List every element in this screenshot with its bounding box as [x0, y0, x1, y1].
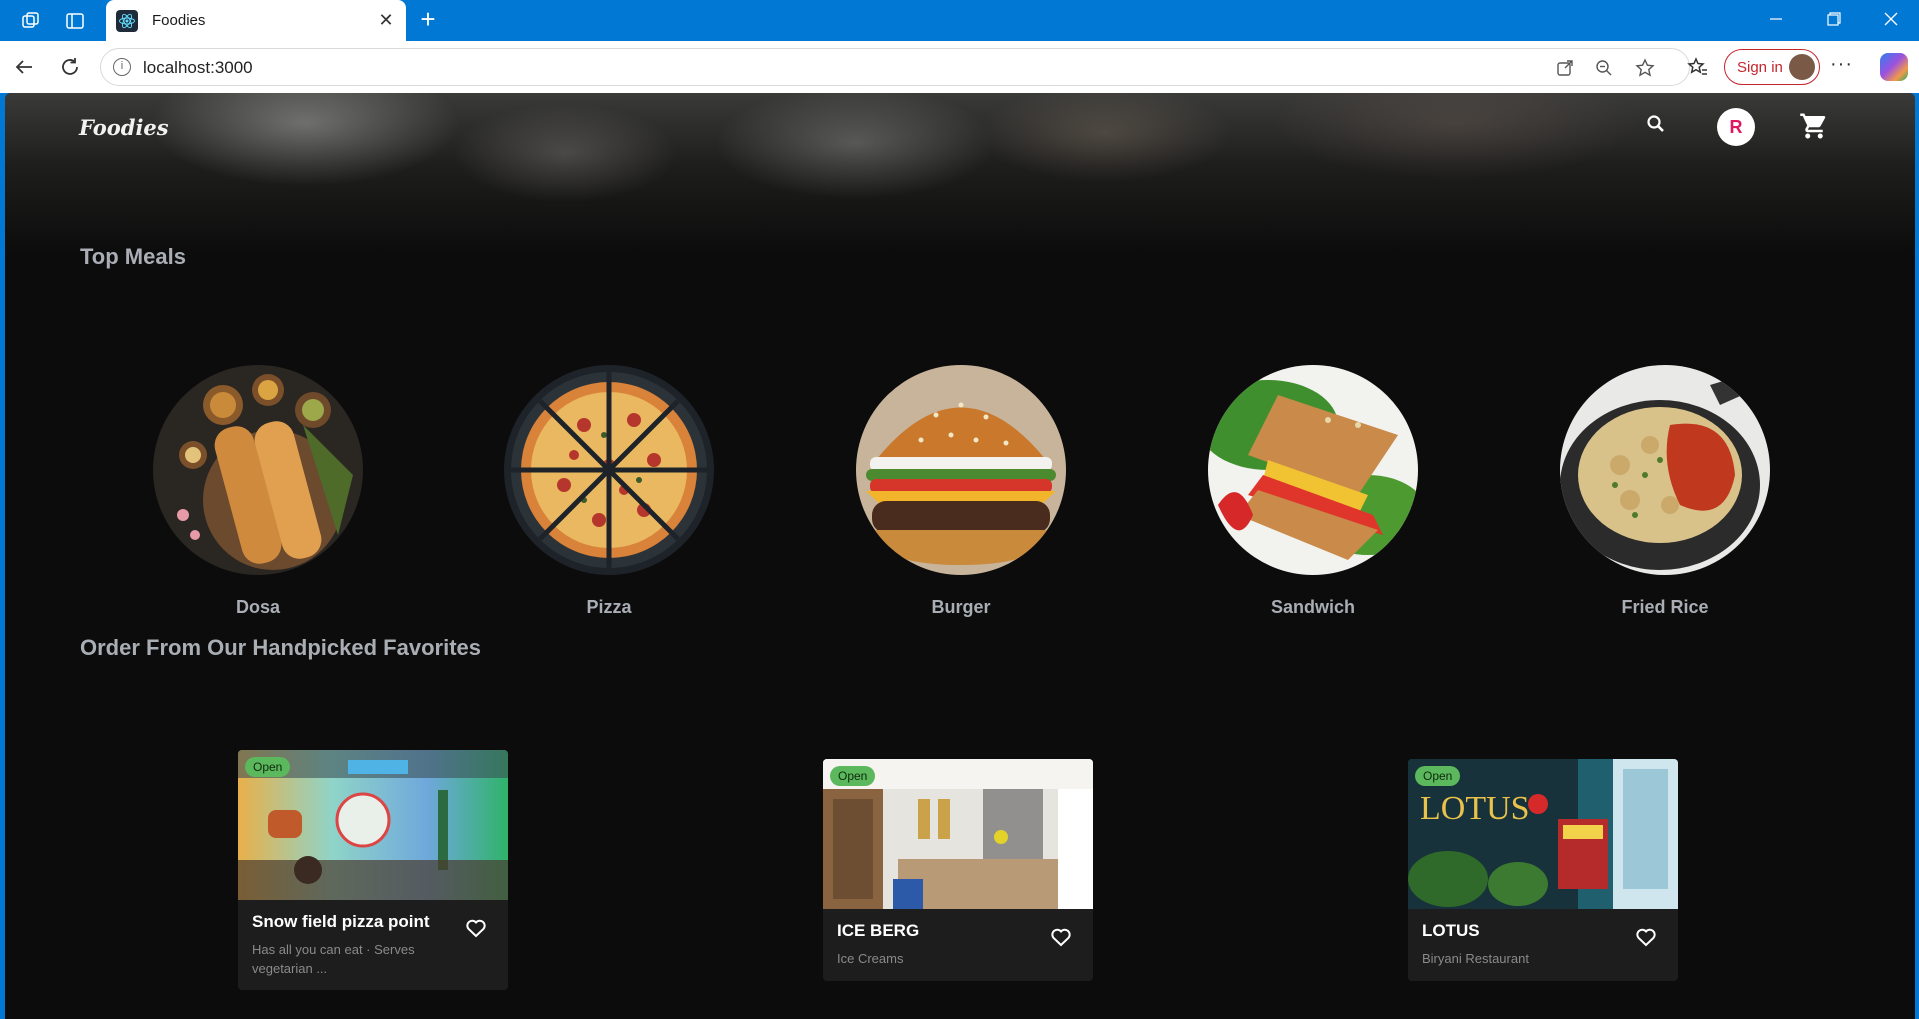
- meal-name: Burger: [931, 597, 991, 617]
- sign-in-label: Sign in: [1737, 58, 1783, 76]
- card-body: ICE BERG Ice Creams: [823, 909, 1093, 981]
- close-window-button[interactable]: [1871, 6, 1911, 34]
- restaurant-name: Snow field pizza point: [252, 912, 430, 931]
- restaurant-description: Biryani Restaurant: [1422, 951, 1529, 966]
- svg-text:LOTUS: LOTUS: [1420, 790, 1530, 827]
- tab-title: Foodies: [152, 12, 206, 29]
- favorite-heart-icon[interactable]: [464, 916, 488, 940]
- tab-close-icon[interactable]: ✕: [376, 10, 396, 31]
- react-favicon-icon: [116, 9, 138, 32]
- burger-image: [856, 365, 1066, 575]
- address-bar[interactable]: i localhost:3000: [100, 48, 1690, 86]
- top-meals-title: Top Meals: [80, 244, 186, 269]
- tab-foodies[interactable]: Foodies ✕: [106, 0, 406, 41]
- search-icon[interactable]: [1645, 113, 1667, 135]
- sandwich-image: [1208, 365, 1418, 575]
- meal-burger[interactable]: Burger: [851, 365, 1071, 618]
- browser-toolbar: i localhost:3000 Sign in ···: [0, 41, 1919, 93]
- restaurant-image: LOTUS Open: [1408, 759, 1678, 909]
- foodies-logo[interactable]: Foodies: [79, 115, 169, 140]
- profile-avatar: [1789, 54, 1815, 80]
- meal-pizza[interactable]: Pizza: [499, 365, 719, 618]
- settings-more-button[interactable]: ···: [1830, 53, 1853, 76]
- refresh-button[interactable]: [54, 51, 86, 83]
- restore-button[interactable]: [1814, 6, 1854, 34]
- favorites-icon[interactable]: [1682, 51, 1714, 83]
- workspaces-icon[interactable]: [18, 8, 44, 34]
- meal-fried-rice[interactable]: Fried Rice: [1555, 365, 1775, 618]
- dosa-image: [153, 365, 363, 575]
- meal-name: Dosa: [235, 597, 280, 617]
- favorites-title: Order From Our Handpicked Favorites: [80, 635, 481, 660]
- restaurant-image: Open: [238, 750, 508, 900]
- vertical-tabs-icon[interactable]: [62, 8, 88, 34]
- browser-titlebar: Foodies ✕ +: [0, 0, 1919, 41]
- restaurant-card[interactable]: Open ICE BERG Ice Creams: [823, 759, 1093, 981]
- status-badge: Open: [830, 766, 876, 786]
- restaurant-card[interactable]: LOTUS Open LOTUS Biryani Restaurant: [1408, 759, 1678, 981]
- copilot-icon[interactable]: [1880, 53, 1908, 81]
- favorite-heart-icon[interactable]: [1049, 925, 1073, 949]
- card-body: Snow field pizza point Has all you can e…: [238, 900, 508, 990]
- page-viewport: Foodies R Top Meals Dosa Pizza Burger Sa…: [5, 93, 1915, 1019]
- hero-banner: [5, 93, 1915, 253]
- status-badge: Open: [245, 757, 291, 777]
- status-badge: Open: [1415, 766, 1461, 786]
- restaurant-card[interactable]: Open Snow field pizza point Has all you …: [238, 750, 508, 990]
- url-text[interactable]: localhost:3000: [143, 58, 253, 78]
- meal-name: Pizza: [586, 597, 632, 617]
- restaurant-image: Open: [823, 759, 1093, 909]
- back-button[interactable]: [8, 51, 40, 83]
- site-info-icon[interactable]: i: [113, 58, 131, 76]
- restaurant-description: Has all you can eat · Serves vegetarian …: [252, 942, 415, 976]
- restaurant-description: Ice Creams: [837, 951, 904, 966]
- restaurant-name: ICE BERG: [837, 921, 920, 940]
- card-body: LOTUS Biryani Restaurant: [1408, 909, 1678, 981]
- minimize-button[interactable]: [1756, 6, 1796, 34]
- pizza-image: [504, 365, 714, 575]
- zoom-icon[interactable]: [1593, 57, 1615, 79]
- restaurant-name: LOTUS: [1422, 921, 1480, 940]
- sign-in-button[interactable]: Sign in: [1724, 49, 1820, 85]
- cart-icon[interactable]: [1799, 111, 1829, 141]
- new-tab-button[interactable]: +: [414, 6, 442, 34]
- fried-rice-image: [1560, 365, 1770, 575]
- meal-dosa[interactable]: Dosa: [148, 365, 368, 618]
- favorite-star-icon[interactable]: [1634, 57, 1656, 79]
- user-avatar[interactable]: R: [1717, 108, 1755, 146]
- meal-name: Fried Rice: [1621, 597, 1709, 617]
- meal-name: Sandwich: [1270, 597, 1355, 617]
- open-in-app-icon[interactable]: [1554, 57, 1576, 79]
- favorite-heart-icon[interactable]: [1634, 925, 1658, 949]
- meal-sandwich[interactable]: Sandwich: [1203, 365, 1423, 618]
